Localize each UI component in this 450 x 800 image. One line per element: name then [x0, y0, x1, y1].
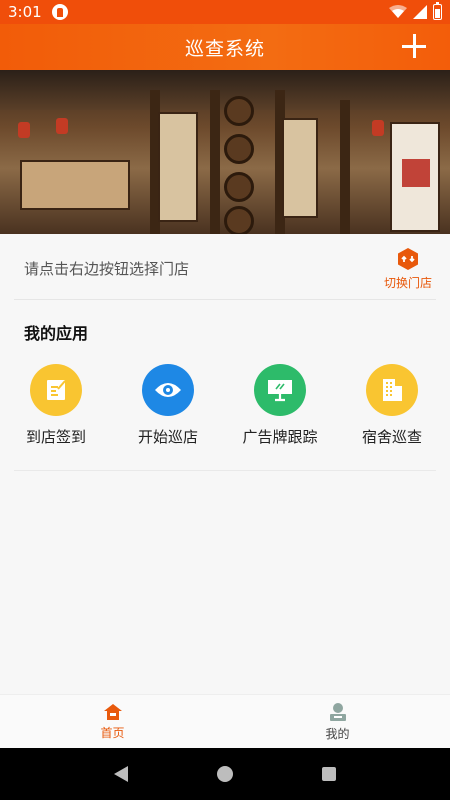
- app-notification-icon: [51, 4, 68, 20]
- home-nav-icon[interactable]: [216, 766, 233, 782]
- app-label: 到店签到: [25, 428, 86, 446]
- bottom-tab-bar: 首页 我的: [0, 694, 450, 748]
- app-label: 广告牌跟踪: [242, 428, 318, 446]
- app-bar: 巡查系统: [0, 24, 450, 70]
- switch-store-button[interactable]: 切换门店: [380, 248, 436, 296]
- home-icon: [103, 703, 122, 720]
- billboard-icon: [268, 380, 292, 402]
- store-selector-row: 请点击右边按钮选择门店 切换门店: [14, 238, 436, 300]
- store-banner-image: [0, 70, 450, 234]
- app-icon-circle: [366, 364, 418, 416]
- back-icon[interactable]: [114, 766, 129, 782]
- app-icon-circle: [142, 364, 194, 416]
- page-title: 巡查系统: [184, 37, 265, 60]
- building-icon: [383, 379, 402, 401]
- checkin-app[interactable]: 到店签到: [0, 364, 112, 454]
- profile-icon: [329, 702, 346, 721]
- app-icon-circle: [30, 364, 82, 416]
- apps-grid: 到店签到 开始巡店 广告牌跟踪 宿舍巡查: [0, 364, 450, 454]
- apps-divider: [14, 470, 436, 471]
- tab-profile[interactable]: 我的: [225, 695, 450, 748]
- status-bar: 3:01: [0, 0, 450, 24]
- wifi-icon: [389, 5, 407, 18]
- recent-apps-icon[interactable]: [321, 767, 336, 781]
- signal-icon: [413, 5, 427, 19]
- status-time: 3:01: [8, 3, 42, 21]
- dormitory-patrol-app[interactable]: 宿舍巡查: [336, 364, 448, 454]
- system-nav-bar: [0, 748, 450, 800]
- tab-home[interactable]: 首页: [0, 695, 225, 748]
- app-label: 开始巡店: [137, 428, 198, 446]
- my-apps-title: 我的应用: [24, 324, 89, 343]
- start-patrol-app[interactable]: 开始巡店: [112, 364, 224, 454]
- app-label: 宿舍巡查: [361, 428, 422, 446]
- battery-icon: [433, 2, 442, 20]
- status-indicators: [389, 2, 442, 20]
- app-icon-circle: [254, 364, 306, 416]
- billboard-tracking-app[interactable]: 广告牌跟踪: [224, 364, 336, 454]
- eye-icon: [155, 383, 181, 397]
- tab-profile-label: 我的: [325, 726, 350, 741]
- add-button[interactable]: [400, 32, 428, 60]
- swap-icon: [398, 248, 418, 270]
- store-hint-text: 请点击右边按钮选择门店: [24, 260, 190, 278]
- checkin-icon: [47, 380, 66, 400]
- tab-home-label: 首页: [100, 725, 125, 740]
- switch-store-label: 切换门店: [383, 276, 432, 290]
